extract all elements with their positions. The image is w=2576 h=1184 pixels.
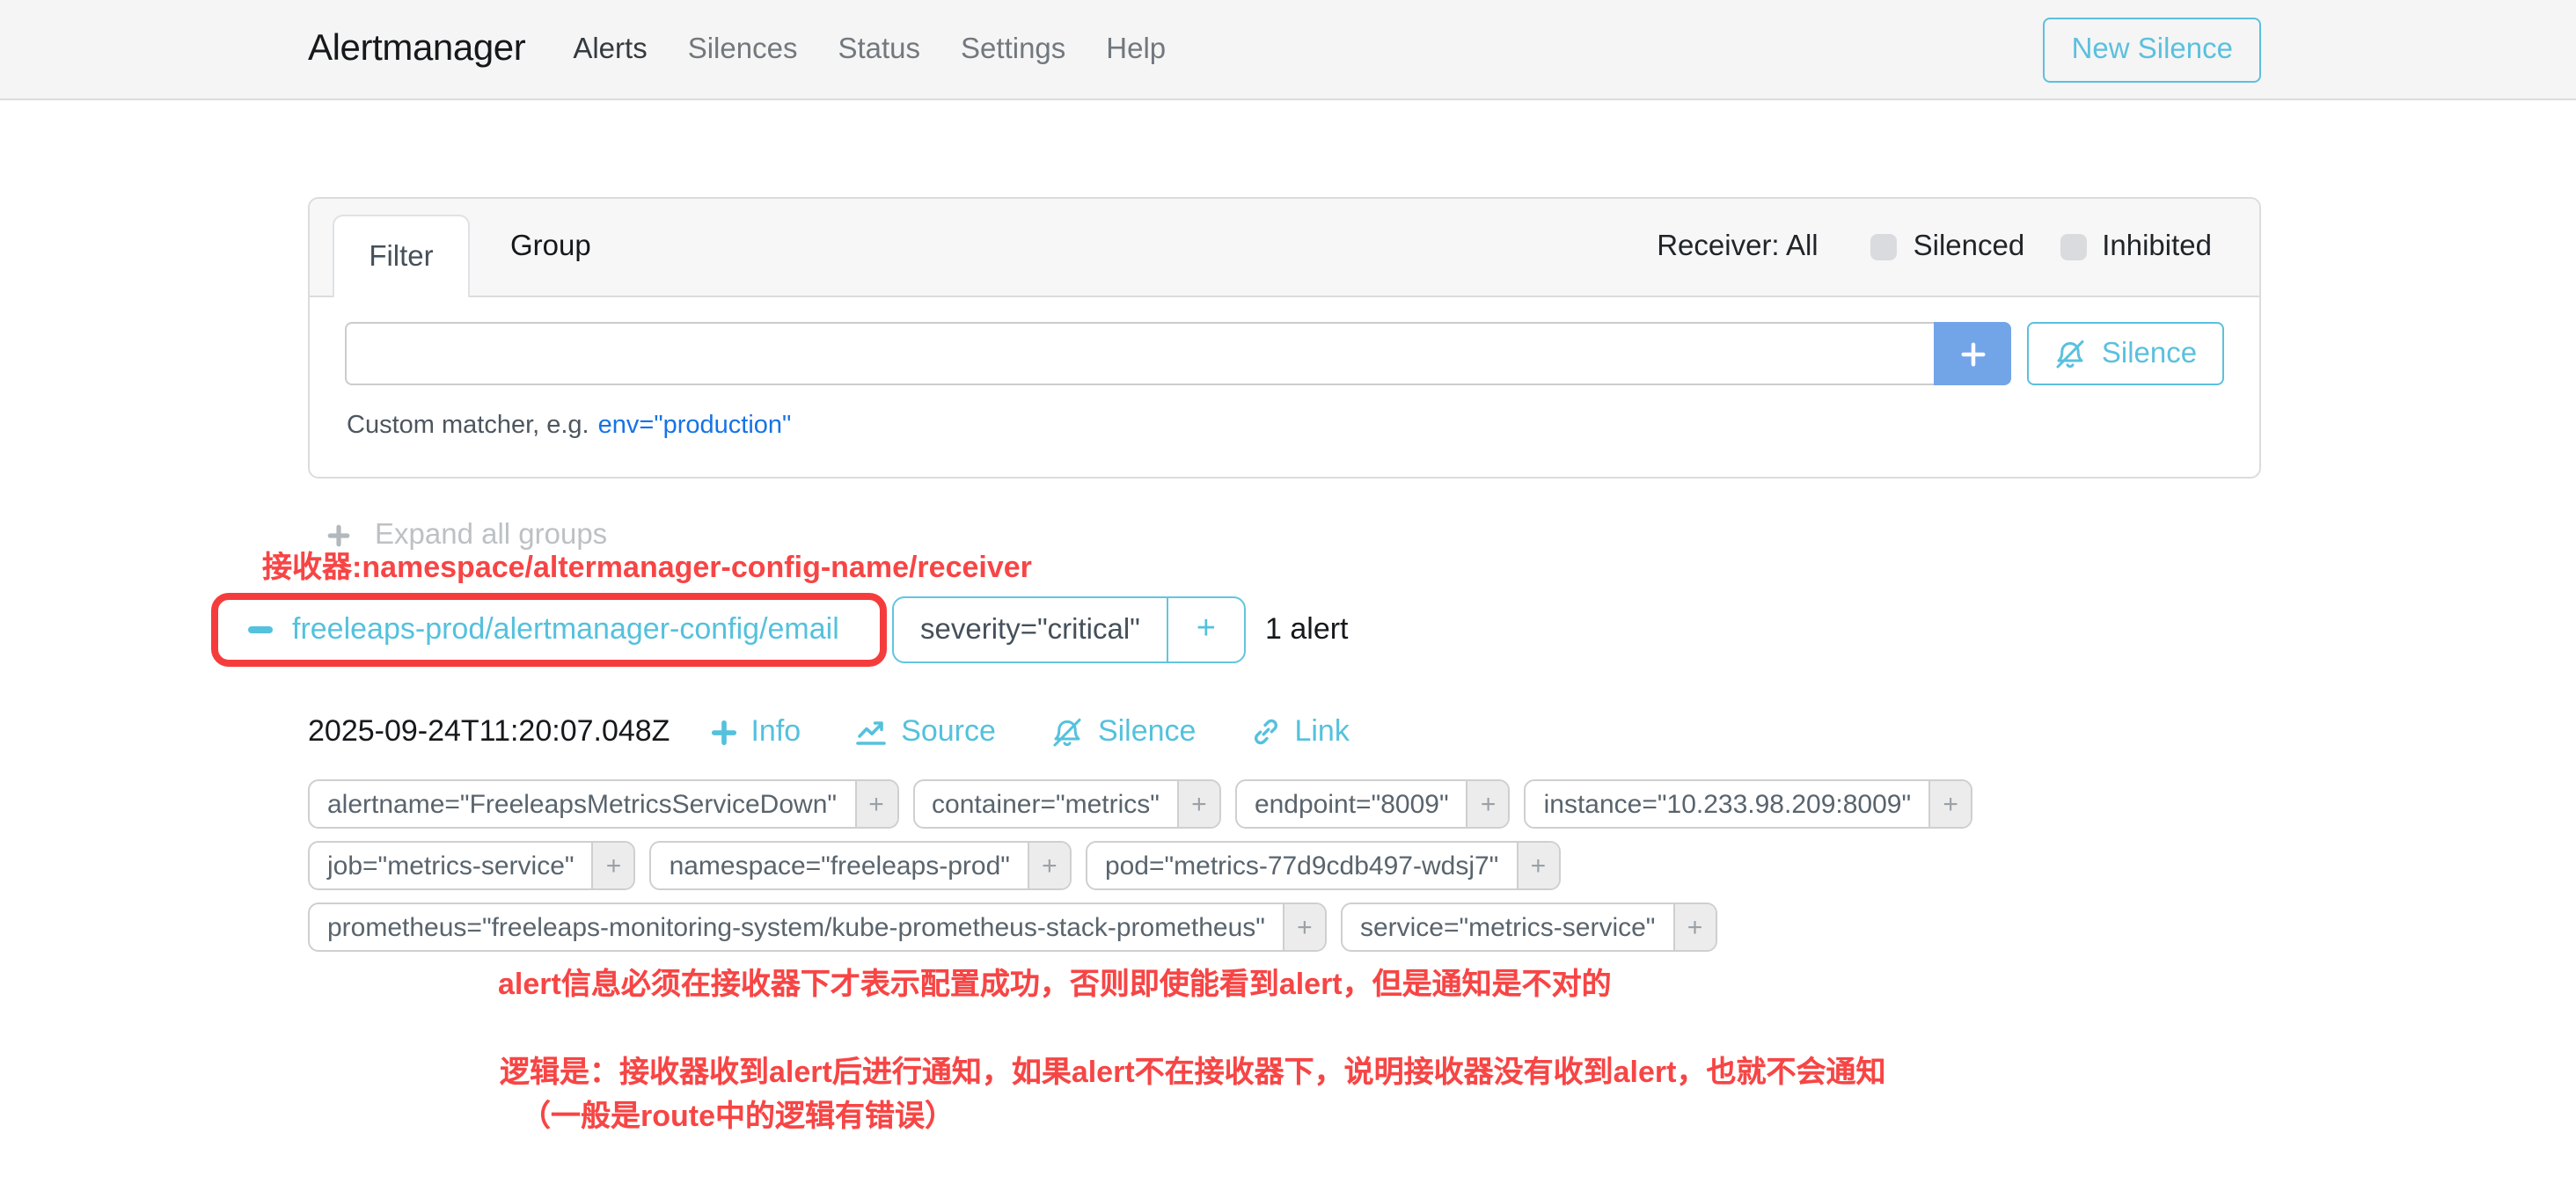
annotation-alert-note: alert信息必须在接收器下才表示配置成功，否则即使能看到alert，但是通知是… (498, 959, 1612, 1003)
receiver-group-name[interactable]: freeleaps-prod/alertmanager-config/email (292, 612, 839, 647)
add-filter-plus-button[interactable]: + (1467, 781, 1509, 827)
label-tag-alertname: alertname="FreeleapsMetricsServiceDown" … (308, 779, 898, 829)
navbar-container: Alertmanager Alerts Silences Status Sett… (308, 0, 2261, 99)
tab-filter[interactable]: Filter (333, 215, 470, 297)
add-matcher-button[interactable] (1934, 322, 2011, 385)
annotation-logic-note-line1: 逻辑是：接收器收到alert后进行通知，如果alert不在接收器下，说明接收器没… (500, 1047, 1885, 1091)
matcher-hint: Custom matcher, e.g. env="production" (347, 412, 791, 440)
label-tag-prometheus: prometheus="freeleaps-monitoring-system/… (308, 903, 1327, 952)
alert-link-label: Link (1294, 714, 1349, 749)
alertmanager-page: Alertmanager Alerts Silences Status Sett… (0, 0, 2576, 1184)
silence-filter-button[interactable]: Silence (2027, 322, 2224, 385)
alert-link-button[interactable]: Link (1250, 714, 1349, 749)
label-row-2: job="metrics-service" + namespace="freel… (308, 841, 1560, 890)
receiver-group-highlight-box[interactable]: freeleaps-prod/alertmanager-config/email (211, 593, 887, 667)
plus-icon (710, 719, 736, 745)
label-tag-text: service="metrics-service" (1343, 904, 1673, 950)
label-tag-text: pod="metrics-77d9cdb497-wdsj7" (1087, 843, 1516, 888)
plus-icon (1959, 340, 1986, 367)
add-filter-plus-button[interactable]: + (1028, 843, 1070, 888)
label-tag-container: container="metrics" + (912, 779, 1221, 829)
matcher-example-link[interactable]: env="production" (598, 412, 792, 440)
label-row-3: prometheus="freeleaps-monitoring-system/… (308, 903, 1716, 952)
bell-slash-icon (1050, 717, 1084, 747)
add-filter-plus-button[interactable]: + (1516, 843, 1558, 888)
label-tag-service: service="metrics-service" + (1341, 903, 1717, 952)
label-tag-job: job="metrics-service" + (308, 841, 636, 890)
add-group-matcher-button[interactable]: + (1168, 598, 1244, 661)
matcher-input-group: Silence (345, 322, 2224, 385)
add-filter-plus-button[interactable]: + (854, 781, 896, 827)
nav-item-status[interactable]: Status (838, 33, 920, 66)
inhibited-checkbox[interactable] (2060, 234, 2086, 260)
add-filter-plus-button[interactable]: + (1928, 781, 1971, 827)
matcher-hint-text: Custom matcher, e.g. (347, 412, 589, 440)
bell-slash-icon (2054, 339, 2088, 369)
annotation-logic-note-line2: （一般是route中的逻辑有错误） (521, 1091, 955, 1135)
app-brand: Alertmanager (308, 28, 525, 70)
alert-timestamp: 2025-09-24T11:20:07.048Z (308, 714, 670, 749)
severity-matcher-button[interactable]: severity="critical" (894, 598, 1168, 661)
collapse-minus-icon (248, 626, 273, 633)
label-tag-text: alertname="FreeleapsMetricsServiceDown" (310, 781, 854, 827)
filter-options: Receiver: All Silenced Inhibited (1657, 199, 2212, 296)
label-row-1: alertname="FreeleapsMetricsServiceDown" … (308, 779, 1972, 829)
group-matcher-buttons: severity="critical" + (892, 596, 1246, 663)
label-tag-namespace: namespace="freeleaps-prod" + (650, 841, 1072, 890)
receiver-filter-label[interactable]: Receiver: All (1657, 230, 1818, 264)
alert-info-label: Info (750, 714, 801, 749)
nav-item-alerts[interactable]: Alerts (573, 33, 647, 66)
alert-source-link[interactable]: Source (855, 714, 996, 749)
annotation-receiver-note: 接收器:namespace/altermanager-config-name/r… (262, 542, 1032, 586)
label-tag-text: prometheus="freeleaps-monitoring-system/… (310, 904, 1283, 950)
label-tag-text: endpoint="8009" (1237, 781, 1467, 827)
add-filter-plus-button[interactable]: + (1283, 904, 1325, 950)
link-icon (1250, 718, 1280, 746)
chart-line-icon (855, 718, 887, 746)
label-tag-endpoint: endpoint="8009" + (1235, 779, 1511, 829)
nav-item-help[interactable]: Help (1106, 33, 1166, 66)
tab-group[interactable]: Group (510, 199, 591, 296)
label-tag-text: namespace="freeleaps-prod" (652, 843, 1028, 888)
label-tag-pod: pod="metrics-77d9cdb497-wdsj7" + (1086, 841, 1560, 890)
inhibited-checkbox-label[interactable]: Inhibited (2102, 230, 2212, 264)
silenced-checkbox-label[interactable]: Silenced (1914, 230, 2025, 264)
nav-item-silences[interactable]: Silences (688, 33, 798, 66)
alert-source-label: Source (901, 714, 996, 749)
alert-silence-label: Silence (1098, 714, 1197, 749)
label-tag-text: job="metrics-service" (310, 843, 592, 888)
label-tag-instance: instance="10.233.98.209:8009" + (1525, 779, 1973, 829)
alert-silence-button[interactable]: Silence (1050, 714, 1197, 749)
add-filter-plus-button[interactable]: + (1672, 904, 1715, 950)
silence-filter-button-label: Silence (2102, 337, 2197, 370)
new-silence-button[interactable]: New Silence (2044, 17, 2261, 82)
add-filter-plus-button[interactable]: + (592, 843, 634, 888)
matcher-input[interactable] (345, 322, 1934, 385)
filter-panel: Filter Group Receiver: All Silenced Inhi… (308, 197, 2261, 479)
nav-item-settings[interactable]: Settings (961, 33, 1065, 66)
add-filter-plus-button[interactable]: + (1177, 781, 1219, 827)
filter-panel-header: Filter Group Receiver: All Silenced Inhi… (310, 199, 2259, 297)
alert-label-rows: alertname="FreeleapsMetricsServiceDown" … (308, 779, 1972, 952)
alert-info-button[interactable]: Info (710, 714, 801, 749)
label-tag-text: instance="10.233.98.209:8009" (1526, 781, 1929, 827)
nav-links: Alerts Silences Status Settings Help (573, 33, 1166, 66)
silenced-checkbox[interactable] (1871, 234, 1898, 260)
alert-detail-row: 2025-09-24T11:20:07.048Z Info Source (308, 709, 1350, 755)
alert-count: 1 alert (1265, 596, 1349, 663)
alert-actions: Info Source Silence (710, 714, 1349, 749)
top-navbar: Alertmanager Alerts Silences Status Sett… (0, 0, 2576, 100)
label-tag-text: container="metrics" (914, 781, 1177, 827)
